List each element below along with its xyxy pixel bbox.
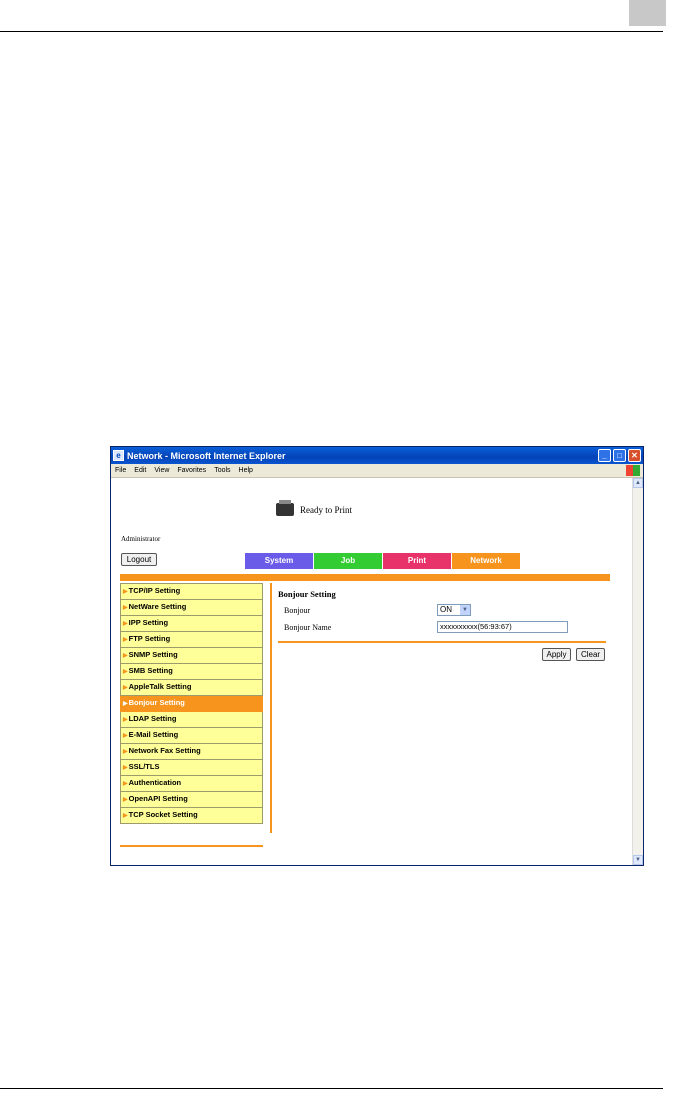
status-text: Ready to Print	[300, 504, 352, 515]
section-heading: Bonjour Setting	[278, 589, 336, 599]
sidebar-item-smb[interactable]: ▶SMB Setting	[120, 664, 263, 680]
arrow-icon: ▶	[123, 637, 128, 643]
chevron-down-icon[interactable]: ▼	[460, 605, 470, 615]
sidebar-item-label: FTP Setting	[128, 634, 171, 643]
arrow-icon: ▶	[123, 717, 128, 723]
user-label: Administrator	[121, 535, 161, 543]
windows-logo-icon	[626, 465, 640, 476]
sidebar-item-ldap[interactable]: ▶LDAP Setting	[120, 712, 263, 728]
sidebar-item-label: Authentication	[128, 778, 182, 787]
bonjour-name-row: Bonjour Name xxxxxxxxxx(56:93:67)	[284, 621, 568, 633]
bonjour-name-label: Bonjour Name	[284, 623, 332, 632]
close-button[interactable]: ✕	[628, 449, 641, 462]
status-area: Ready to Print	[276, 500, 352, 516]
arrow-icon: ▶	[123, 589, 128, 595]
sidebar-item-authentication[interactable]: ▶Authentication	[120, 776, 263, 792]
sidebar-item-appletalk[interactable]: ▶AppleTalk Setting	[120, 680, 263, 696]
bonjour-select-value: ON	[440, 605, 452, 614]
arrow-icon: ▶	[123, 621, 128, 627]
scroll-down-icon[interactable]: ▼	[633, 855, 643, 865]
sidebar-item-tcp-socket[interactable]: ▶TCP Socket Setting	[120, 808, 263, 824]
sidebar-item-snmp[interactable]: ▶SNMP Setting	[120, 648, 263, 664]
menu-tools[interactable]: Tools	[214, 467, 230, 474]
sidebar-bottom-rule	[120, 845, 263, 847]
sidebar-item-label: LDAP Setting	[128, 714, 177, 723]
sidebar-item-label: TCP Socket Setting	[128, 810, 198, 819]
arrow-icon: ▶	[123, 765, 128, 771]
sidebar-item-label: Bonjour Setting	[128, 698, 185, 707]
sidebar-divider	[270, 583, 272, 833]
arrow-icon: ▶	[123, 653, 128, 659]
bonjour-label: Bonjour	[284, 606, 311, 615]
bonjour-panel: Bonjour Setting Bonjour ON ▼ Bonjour Nam…	[278, 589, 608, 633]
page-content: Ready to Print Administrator Logout Syst…	[111, 478, 632, 865]
title-bar: e Network - Microsoft Internet Explorer …	[111, 447, 643, 464]
sidebar-item-label: SNMP Setting	[128, 650, 178, 659]
tab-print[interactable]: Print	[383, 553, 451, 569]
sidebar-item-label: IPP Setting	[128, 618, 169, 627]
arrow-icon: ▶	[123, 781, 128, 787]
sidebar-item-email[interactable]: ▶E-Mail Setting	[120, 728, 263, 744]
sidebar-item-label: NetWare Setting	[128, 602, 187, 611]
menu-view[interactable]: View	[154, 467, 169, 474]
arrow-icon: ▶	[123, 669, 128, 675]
sidebar-item-netware[interactable]: ▶NetWare Setting	[120, 600, 263, 616]
menu-edit[interactable]: Edit	[134, 467, 146, 474]
minimize-button[interactable]: _	[598, 449, 611, 462]
bonjour-select[interactable]: ON ▼	[437, 604, 471, 616]
arrow-icon: ▶	[123, 685, 128, 691]
arrow-icon: ▶	[123, 733, 128, 739]
tab-network[interactable]: Network	[452, 553, 520, 569]
sidebar-item-tcpip[interactable]: ▶TCP/IP Setting	[120, 583, 263, 600]
tab-system[interactable]: System	[245, 553, 313, 569]
arrow-icon: ▶	[123, 701, 128, 707]
sidebar-item-label: E-Mail Setting	[128, 730, 179, 739]
window-title: Network - Microsoft Internet Explorer	[127, 450, 286, 461]
sidebar-item-ssl-tls[interactable]: ▶SSL/TLS	[120, 760, 263, 776]
arrow-icon: ▶	[123, 797, 128, 803]
sidebar-item-bonjour[interactable]: ▶Bonjour Setting	[120, 696, 263, 712]
menu-favorites[interactable]: Favorites	[177, 467, 206, 474]
browser-window: e Network - Microsoft Internet Explorer …	[110, 446, 644, 866]
sidebar-item-ftp[interactable]: ▶FTP Setting	[120, 632, 263, 648]
scroll-up-icon[interactable]: ▲	[633, 478, 643, 488]
clear-button[interactable]: Clear	[576, 648, 605, 661]
apply-button[interactable]: Apply	[542, 648, 571, 661]
page-top-rule	[0, 31, 663, 32]
sidebar-item-label: TCP/IP Setting	[128, 586, 181, 595]
bonjour-row: Bonjour ON ▼	[284, 604, 471, 616]
sidebar-item-label: SSL/TLS	[128, 762, 160, 771]
sidebar-item-openapi[interactable]: ▶OpenAPI Setting	[120, 792, 263, 808]
maximize-button[interactable]: □	[613, 449, 626, 462]
menu-file[interactable]: File	[115, 467, 126, 474]
arrow-icon: ▶	[123, 749, 128, 755]
sidebar-item-label: OpenAPI Setting	[128, 794, 188, 803]
vertical-scrollbar[interactable]: ▲ ▼	[632, 478, 643, 865]
sidebar-item-ipp[interactable]: ▶IPP Setting	[120, 616, 263, 632]
sidebar: ▶TCP/IP Setting ▶NetWare Setting ▶IPP Se…	[120, 583, 263, 824]
page-bottom-rule	[0, 1088, 663, 1089]
ie-logo-icon: e	[113, 450, 124, 461]
arrow-icon: ▶	[123, 605, 128, 611]
sidebar-item-network-fax[interactable]: ▶Network Fax Setting	[120, 744, 263, 760]
page-thumb-tab	[629, 0, 666, 26]
arrow-icon: ▶	[123, 813, 128, 819]
header-divider	[120, 574, 610, 581]
printer-icon	[276, 500, 294, 516]
sidebar-item-label: Network Fax Setting	[128, 746, 201, 755]
form-divider	[278, 641, 606, 643]
tab-job[interactable]: Job	[314, 553, 382, 569]
logout-button[interactable]: Logout	[121, 553, 157, 566]
sidebar-item-label: SMB Setting	[128, 666, 173, 675]
main-tabs: System Job Print Network	[245, 553, 521, 569]
sidebar-item-label: AppleTalk Setting	[128, 682, 192, 691]
menu-bar: File Edit View Favorites Tools Help	[111, 464, 643, 478]
menu-help[interactable]: Help	[239, 467, 253, 474]
bonjour-name-input[interactable]: xxxxxxxxxx(56:93:67)	[437, 621, 568, 633]
